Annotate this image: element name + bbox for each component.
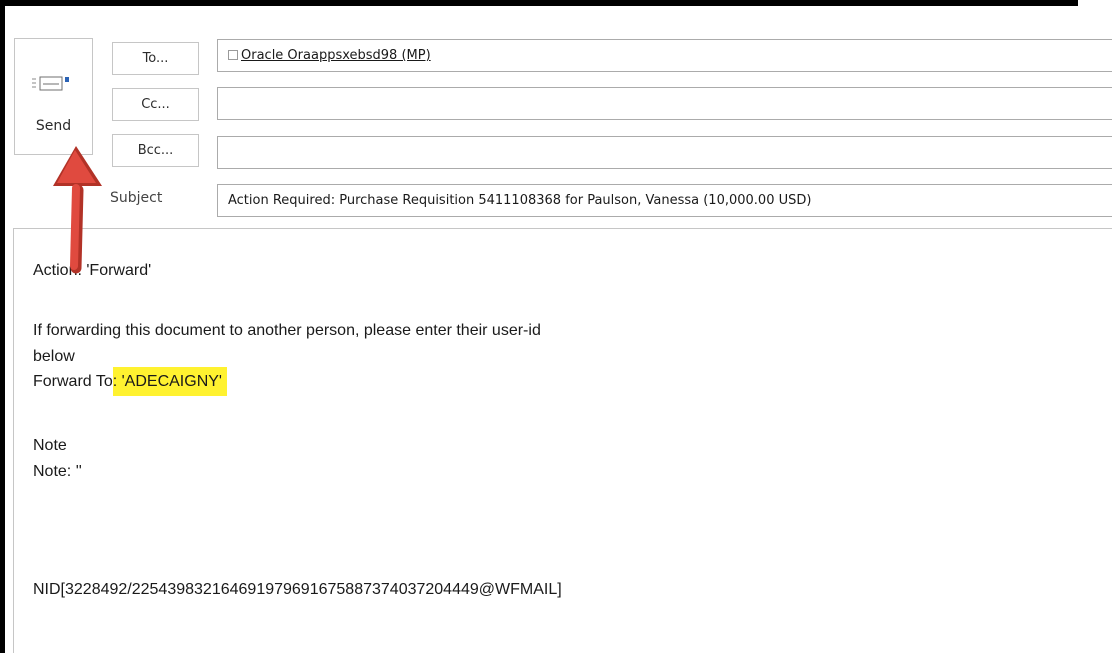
note-heading: Note: [33, 437, 67, 454]
top-border: [0, 0, 1078, 6]
body-left-border: [13, 228, 14, 653]
forward-instruction-2: below: [33, 348, 75, 365]
forward-instruction-1: If forwarding this document to another p…: [33, 322, 541, 339]
nid-line: NID[3228492/2254398321646919796916758873…: [33, 581, 562, 598]
subject-field[interactable]: Action Required: Purchase Requisition 54…: [217, 184, 1112, 217]
bcc-button[interactable]: Bcc...: [112, 134, 199, 167]
left-border: [0, 0, 5, 653]
subject-label: Subject: [110, 190, 163, 206]
to-button[interactable]: To...: [112, 42, 199, 75]
to-field[interactable]: Oracle Oraappsxebsd98 (MP): [217, 39, 1112, 72]
forward-to-prefix: Forward To: [33, 373, 113, 390]
note-line: Note: '': [33, 463, 82, 480]
send-icon: [32, 76, 69, 91]
send-button[interactable]: Send: [14, 38, 93, 155]
cc-field[interactable]: [217, 87, 1112, 120]
header-divider: [13, 228, 1112, 229]
checkbox-icon: [228, 49, 238, 60]
arrow-annotation-icon: [53, 146, 102, 274]
send-label: Send: [35, 118, 72, 134]
forward-to-value: : 'ADECAIGNY': [112, 367, 227, 396]
to-recipient[interactable]: Oracle Oraappsxebsd98 (MP): [241, 48, 431, 63]
cc-button[interactable]: Cc...: [112, 88, 199, 121]
bcc-field[interactable]: [217, 136, 1112, 169]
forward-to-line: Forward To: 'ADECAIGNY': [33, 367, 227, 396]
